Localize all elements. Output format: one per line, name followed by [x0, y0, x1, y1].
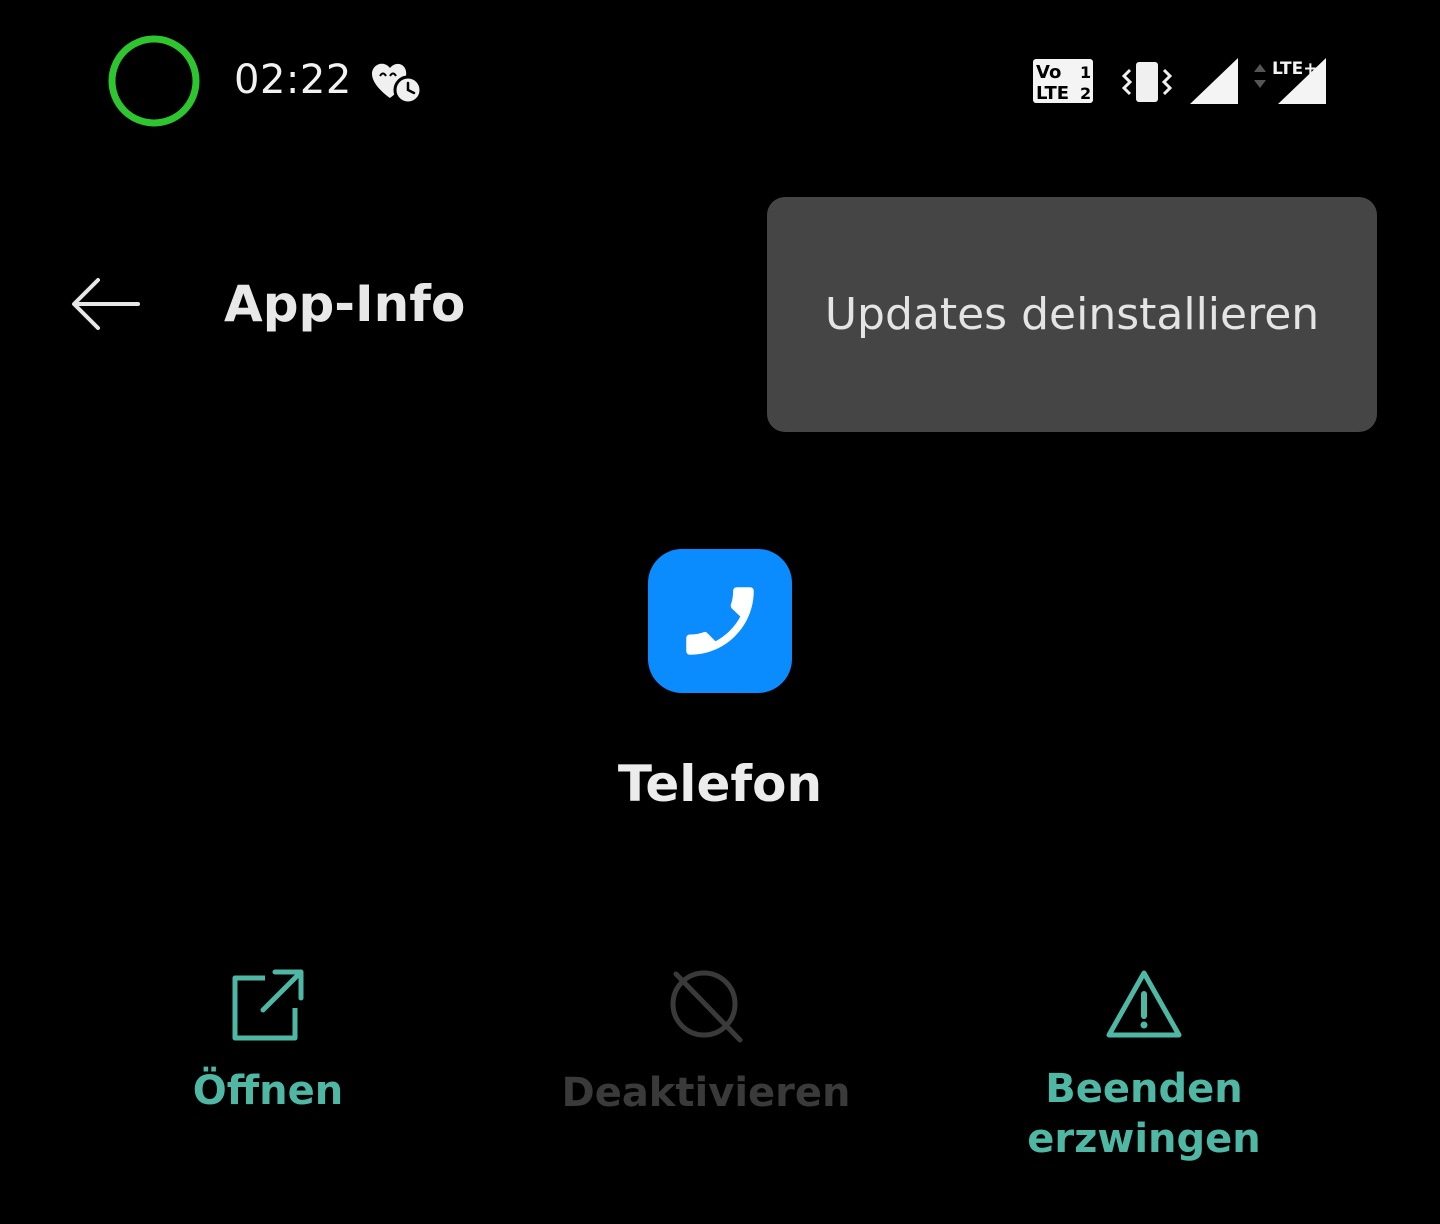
page-title: App-Info: [224, 275, 466, 333]
volte-icon: Vo 1 LTE 2: [1032, 58, 1094, 104]
open-label: Öffnen: [192, 1068, 344, 1114]
volte-sim-2: 2: [1080, 84, 1091, 103]
phone-icon: [686, 587, 754, 655]
signal-icon: [1188, 56, 1240, 106]
notification-alarm-icon: [366, 56, 426, 106]
app-icon: [648, 549, 792, 693]
overflow-popup-menu: Updates deinstallieren: [767, 197, 1377, 432]
network-type-label: LTE+: [1272, 59, 1317, 79]
app-name: Telefon: [617, 755, 823, 813]
disable-icon: [670, 970, 743, 1043]
disable-label: Deaktivieren: [561, 1070, 851, 1116]
force-stop-label: Beenden erzwingen: [1027, 1066, 1261, 1162]
open-button[interactable]: Öffnen: [148, 968, 388, 1116]
force-stop-button[interactable]: Beenden erzwingen: [1004, 968, 1284, 1164]
volte-text-1: Vo: [1036, 62, 1061, 83]
volte-sim-1: 1: [1080, 63, 1091, 82]
signal-lte-plus-icon: LTE+: [1250, 54, 1328, 106]
warning-icon: [1106, 970, 1182, 1038]
back-button[interactable]: [60, 268, 152, 340]
vibrate-icon: [1120, 58, 1174, 106]
arrow-left-icon: [72, 278, 140, 330]
progress-ring-icon: [106, 33, 202, 129]
disable-button: Deaktivieren: [556, 968, 856, 1118]
volte-text-2: LTE: [1036, 83, 1069, 104]
menu-item-uninstall-updates[interactable]: Updates deinstallieren: [767, 197, 1377, 432]
status-time: 02:22: [234, 57, 352, 103]
open-external-icon: [232, 969, 304, 1041]
